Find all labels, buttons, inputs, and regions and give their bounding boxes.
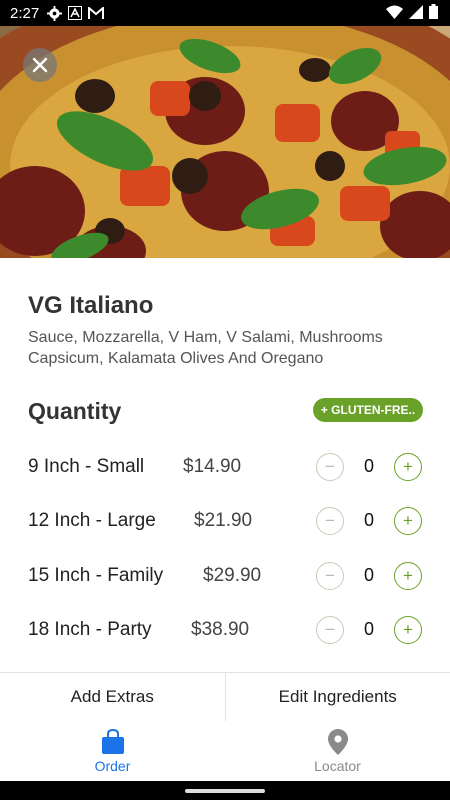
status-time: 2:27 [10,4,40,22]
quantity-count: 0 [363,565,374,585]
nav-locator[interactable]: Locator [225,721,450,781]
size-name: 18 Inch - Party [28,619,152,640]
size-row-large: 12 Inch - Large $21.90 − 0 + [0,502,450,542]
a-icon [68,6,83,20]
shopping-bag-icon [101,728,124,754]
close-button[interactable] [23,48,57,82]
pizza-image [0,26,450,258]
nav-locator-label: Locator [314,757,361,774]
bottom-navigation: Order Locator [0,721,450,781]
size-price: $29.90 [203,565,262,586]
quantity-count: 0 [363,510,374,530]
gesture-handle[interactable] [185,789,265,793]
decrement-button[interactable]: − [316,562,344,590]
gmail-icon [88,6,105,19]
quantity-count: 0 [363,456,374,476]
battery-icon [429,4,438,19]
size-row-family: 15 Inch - Family $29.90 − 0 + [0,557,450,597]
product-hero-image [0,26,450,258]
status-bar: 2:27 [0,0,450,26]
quantity-count: 0 [363,619,374,639]
edit-ingredients-button[interactable]: Edit Ingredients [226,673,450,721]
size-price: $14.90 [183,456,242,477]
add-extras-button[interactable]: Add Extras [0,673,226,721]
nav-order-label: Order [94,757,131,774]
size-price: $21.90 [194,510,253,531]
size-name: 9 Inch - Small [28,456,145,477]
size-name: 12 Inch - Large [28,510,156,531]
action-bar: Add Extras Edit Ingredients [0,672,450,722]
size-row-party: 18 Inch - Party $38.90 − 0 + [0,611,450,651]
settings-icon [47,5,63,21]
increment-button[interactable]: + [394,616,422,644]
size-name: 15 Inch - Family [28,565,164,586]
increment-button[interactable]: + [394,507,422,535]
gluten-free-button[interactable]: + GLUTEN-FRE.. [313,398,423,422]
signal-icon [409,4,423,19]
wifi-icon [386,5,403,19]
decrement-button[interactable]: − [316,507,344,535]
decrement-button[interactable]: − [316,616,344,644]
system-gesture-bar [0,781,450,800]
decrement-button[interactable]: − [316,453,344,481]
increment-button[interactable]: + [394,562,422,590]
quantity-heading: Quantity [28,398,122,424]
nav-order[interactable]: Order [0,721,225,781]
size-row-small: 9 Inch - Small $14.90 − 0 + [0,448,450,488]
size-price: $38.90 [191,619,250,640]
close-icon [32,57,48,73]
product-title: VG Italiano [28,292,154,319]
increment-button[interactable]: + [394,453,422,481]
location-pin-icon [327,728,348,755]
product-description: Sauce, Mozzarella, V Ham, V Salami, Mush… [28,329,383,367]
